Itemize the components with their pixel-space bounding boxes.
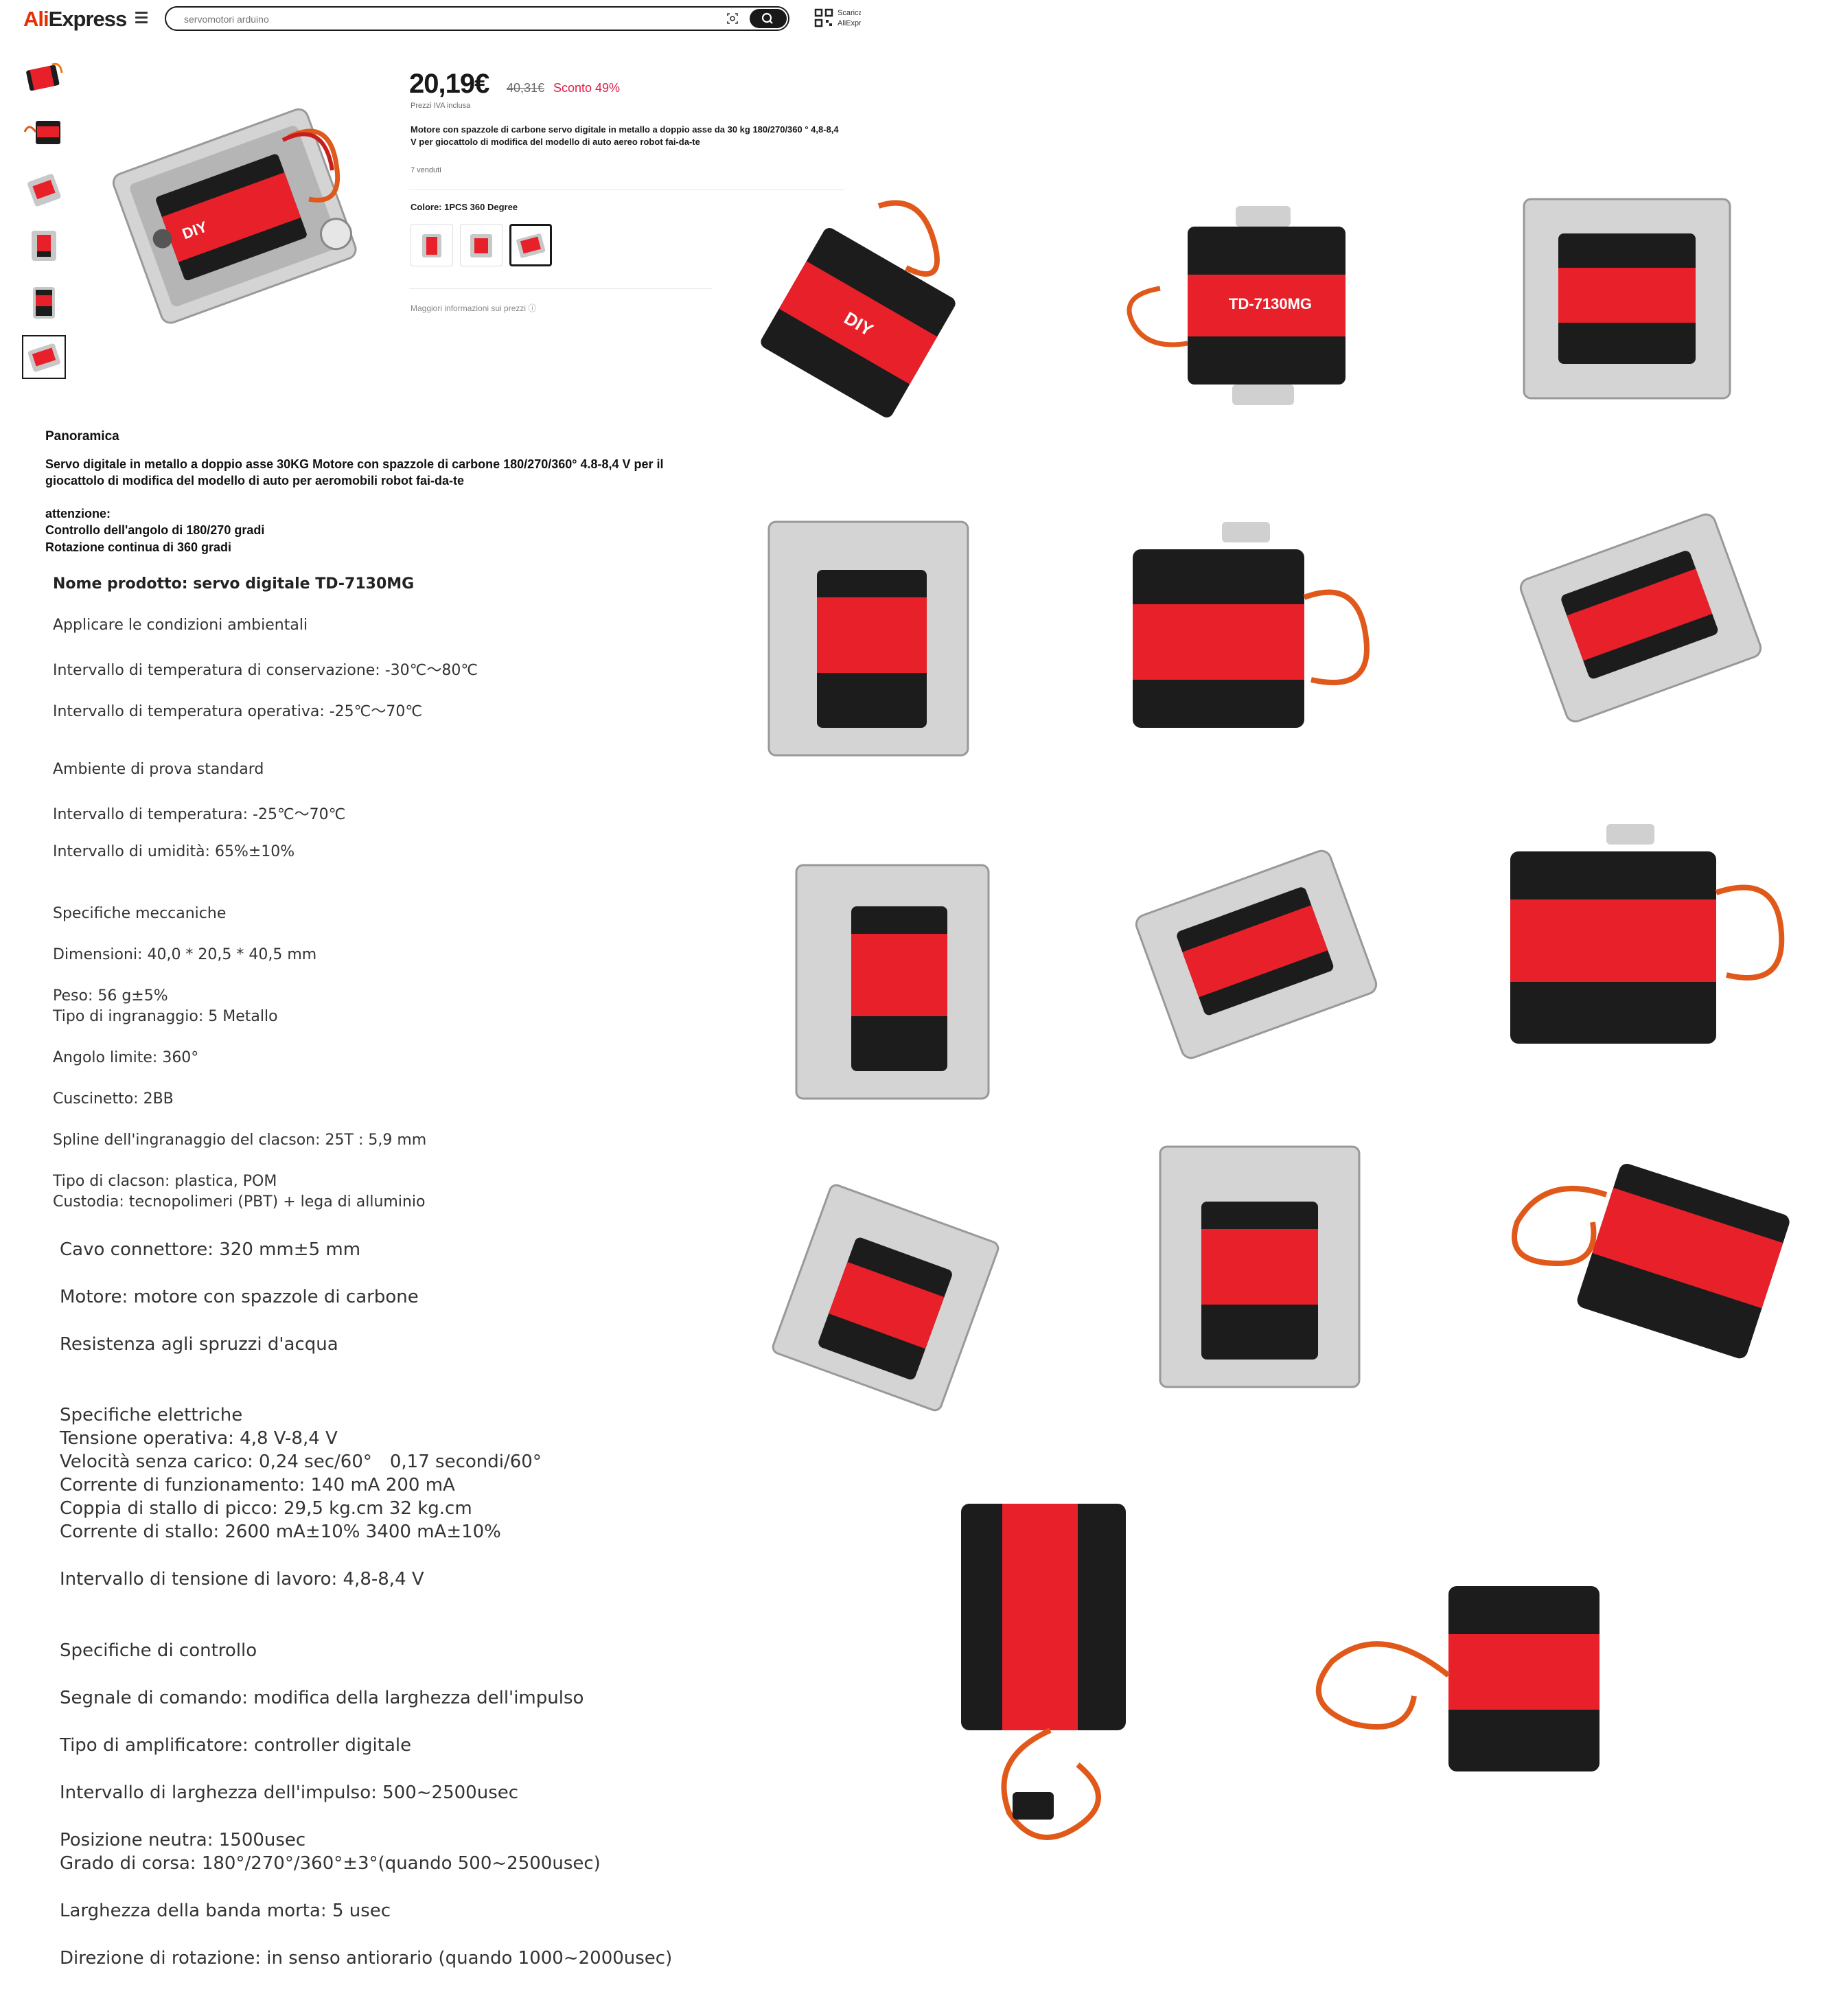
spec-op-temp: Intervallo di temperatura operativa: -25… xyxy=(53,703,423,720)
spec-temp-range: Intervallo di temperatura: -25℃～70℃ xyxy=(53,806,346,823)
spec-limit-angle: Angolo limite: 360° xyxy=(53,1049,199,1066)
gallery-image-10 xyxy=(772,1184,1000,1412)
main-product-image: DIY xyxy=(112,108,357,324)
spec-amplifier: Tipo di amplificatore: controller digita… xyxy=(60,1735,412,1756)
thumbnail-4[interactable] xyxy=(22,224,66,268)
color-option-label: Colore: 1PCS 360 Degree xyxy=(411,202,518,212)
spec-ctrl-heading: Specifiche di controllo xyxy=(60,1640,257,1661)
search-icon xyxy=(761,12,773,24)
spec-gear-type: Tipo di ingranaggio: 5 Metallo xyxy=(53,1008,278,1025)
gallery-image-13 xyxy=(961,1504,1126,1840)
note-continuous-rotation: Rotazione continua di 360 gradi xyxy=(45,540,232,554)
spec-mech-heading: Specifiche meccaniche xyxy=(53,905,227,922)
gallery-image-6 xyxy=(1519,513,1762,723)
discount-badge: Sconto 49% xyxy=(553,81,621,95)
search-bar xyxy=(165,6,789,31)
spec-test-env: Ambiente di prova standard xyxy=(53,761,264,778)
color-swatch-180[interactable] xyxy=(411,224,453,266)
spec-neutral: Posizione neutra: 1500usec xyxy=(60,1830,306,1850)
spec-speed: Velocità senza carico: 0,24 sec/60° 0,17… xyxy=(60,1452,542,1472)
divider xyxy=(409,288,713,289)
spec-travel: Grado di corsa: 180°/270°/360°±3°(quando… xyxy=(60,1853,601,1874)
search-input[interactable] xyxy=(183,11,666,27)
spec-humidity: Intervallo di umidità: 65%±10% xyxy=(53,843,295,860)
gallery-image-2: TD-7130MG xyxy=(1127,206,1345,405)
current-price: 20,19€ xyxy=(409,69,489,99)
original-price: 40,31€ xyxy=(507,81,545,95)
color-swatch-270[interactable] xyxy=(460,224,503,266)
logo-suffix: Express xyxy=(48,7,128,31)
spec-elec-heading: Specifiche elettriche xyxy=(60,1405,243,1425)
attention-label: attenzione: xyxy=(45,507,111,520)
thumbnail-2[interactable] xyxy=(22,111,66,155)
thumbnail-6-selected[interactable] xyxy=(22,335,66,379)
spec-weight: Peso: 56 g±5% xyxy=(53,987,168,1005)
spec-pulse-range: Intervallo di larghezza dell'impulso: 50… xyxy=(60,1782,519,1803)
thumbnail-1[interactable] xyxy=(22,55,66,99)
spec-torque: Coppia di stallo di picco: 29,5 kg.cm 32… xyxy=(60,1498,472,1519)
spec-voltage-range: Intervallo di tensione di lavoro: 4,8-8,… xyxy=(60,1569,424,1590)
sold-count: 7 venduti xyxy=(411,166,441,174)
search-button[interactable] xyxy=(750,9,787,28)
spec-rotation: Direzione di rotazione: in senso antiora… xyxy=(60,1948,673,1969)
gallery-image-14 xyxy=(1315,1586,1599,1771)
product-title: Motore con spazzole di carbone servo dig… xyxy=(411,124,839,147)
app-promo-line1: Scarica xyxy=(838,9,861,17)
aliexpress-logo[interactable]: AliExpress xyxy=(23,7,128,32)
gallery-image-1: DIY xyxy=(761,200,956,417)
spec-splash: Resistenza agli spruzzi d'acqua xyxy=(60,1334,338,1355)
spec-env-heading: Applicare le condizioni ambientali xyxy=(53,617,308,634)
thumbnail-3[interactable] xyxy=(22,168,66,211)
spec-dimensions: Dimensioni: 40,0 * 20,5 * 40,5 mm xyxy=(53,946,317,963)
spec-bearing: Cuscinetto: 2BB xyxy=(53,1090,174,1108)
gallery-image-7 xyxy=(795,864,990,1100)
logo-prefix: Ali xyxy=(23,7,49,31)
gallery-image-12 xyxy=(1512,1164,1790,1359)
overview-intro: Servo digitale in metallo a doppio asse … xyxy=(45,457,664,488)
gallery-image-4 xyxy=(767,520,969,757)
spec-current: Corrente di funzionamento: 140 mA 200 mA xyxy=(60,1475,455,1495)
gallery-image-8 xyxy=(1135,849,1378,1059)
spec-spline: Spline dell'ingranaggio del clacson: 25T… xyxy=(53,1132,427,1149)
gallery-image-9 xyxy=(1510,824,1785,1044)
camera-search-icon[interactable] xyxy=(726,12,739,25)
gallery-image-3 xyxy=(1523,198,1731,400)
spec-horn-type: Tipo di clacson: plastica, POM xyxy=(53,1173,277,1190)
gallery-image-11 xyxy=(1159,1145,1361,1388)
app-download-promo[interactable]: Scarica AliExpress xyxy=(838,8,861,29)
overview-heading: Panoramica xyxy=(45,429,119,444)
gallery-image-5 xyxy=(1133,522,1370,728)
color-swatch-360-selected[interactable] xyxy=(509,224,552,266)
spec-product-name: Nome prodotto: servo digitale TD-7130MG xyxy=(53,575,415,593)
spec-cable: Cavo connettore: 320 mm±5 mm xyxy=(60,1239,361,1260)
spec-deadband: Larghezza della banda morta: 5 usec xyxy=(60,1901,391,1921)
spec-case: Custodia: tecnopolimeri (PBT) + lega di … xyxy=(53,1193,426,1211)
spec-signal: Segnale di comando: modifica della largh… xyxy=(60,1688,584,1708)
thumbnail-5[interactable] xyxy=(22,280,66,324)
more-price-info-link[interactable]: Maggiori informazioni sui prezzi ⓘ xyxy=(411,302,536,314)
qr-code-icon[interactable] xyxy=(814,8,833,27)
spec-stall-current: Corrente di stallo: 2600 mA±10% 3400 mA±… xyxy=(60,1522,501,1542)
menu-icon[interactable] xyxy=(135,12,148,24)
app-promo-line2: AliExpress xyxy=(838,19,861,27)
note-angle-control: Controllo dell'angolo di 180/270 gradi xyxy=(45,523,265,537)
vat-note: Prezzi IVA inclusa xyxy=(411,102,471,110)
spec-voltage: Tensione operativa: 4,8 V-8,4 V xyxy=(60,1428,338,1449)
model-label: TD-7130MG xyxy=(1229,295,1312,312)
spec-storage-temp: Intervallo di temperatura di conservazio… xyxy=(53,662,478,679)
spec-motor: Motore: motore con spazzole di carbone xyxy=(60,1287,419,1307)
